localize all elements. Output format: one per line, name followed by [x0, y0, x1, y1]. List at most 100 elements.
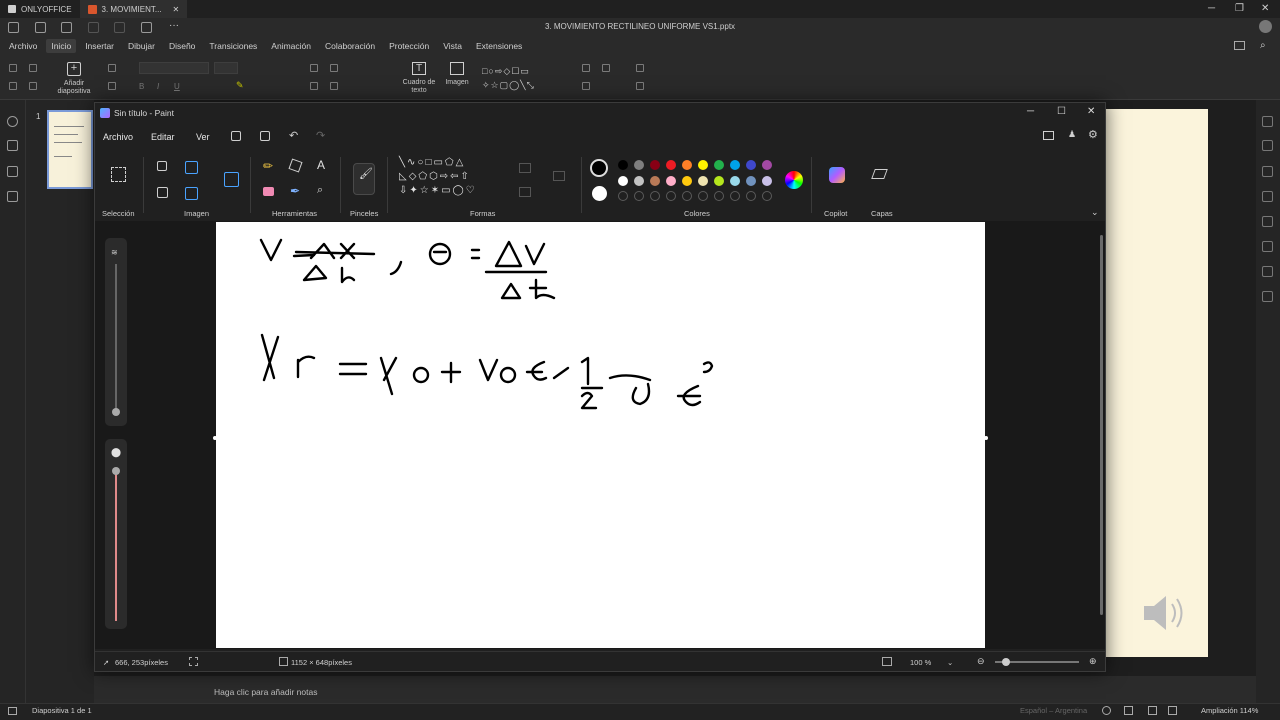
color-swatch[interactable]	[698, 160, 708, 170]
zoom-indicator[interactable]: Ampliación 114%	[1201, 706, 1258, 715]
color-swatch[interactable]	[714, 176, 724, 186]
custom-color-slot[interactable]	[634, 191, 644, 201]
paint-redo-icon[interactable]: ↷	[316, 129, 325, 142]
paste-icon[interactable]	[9, 82, 17, 90]
color-swatch[interactable]	[634, 160, 644, 170]
format-painter-icon[interactable]	[29, 82, 37, 90]
pencil-tool-icon[interactable]: ✏	[263, 159, 273, 173]
slider-thumb[interactable]	[112, 467, 120, 475]
maximize-icon[interactable]: ❐	[1235, 3, 1244, 14]
shape-fill-icon[interactable]	[602, 64, 610, 72]
custom-color-slot[interactable]	[666, 191, 676, 201]
fill-tool-icon[interactable]	[288, 158, 303, 173]
table-settings-icon[interactable]	[1262, 216, 1273, 227]
resize-handle[interactable]	[984, 436, 988, 440]
onlyoffice-home-tab[interactable]: ONLYOFFICE	[0, 0, 80, 18]
close-tab-icon[interactable]: ✕	[173, 5, 180, 14]
shape-settings-icon[interactable]	[1262, 140, 1273, 151]
custom-color-slot[interactable]	[682, 191, 692, 201]
color1-current[interactable]	[590, 159, 608, 177]
align-objects-icon[interactable]	[582, 82, 590, 90]
menu-archivo[interactable]: Archivo	[4, 39, 42, 53]
opacity-slider[interactable]: ⬤	[105, 439, 127, 629]
replace-icon[interactable]	[636, 64, 644, 72]
paint-account-icon[interactable]: ♟	[1068, 129, 1076, 140]
paint-menu-editar[interactable]: Editar	[151, 132, 175, 142]
numbering-icon[interactable]	[330, 64, 338, 72]
menu-inicio[interactable]: Inicio	[46, 39, 77, 53]
font-name-select[interactable]	[139, 62, 209, 74]
menu-diseno[interactable]: Diseño	[164, 39, 200, 53]
color-swatch[interactable]	[730, 160, 740, 170]
zoom-in-icon[interactable]: ⊕	[1089, 656, 1097, 667]
fit-width-icon[interactable]	[1168, 706, 1177, 715]
color-swatch[interactable]	[666, 176, 676, 186]
paint-minimize-icon[interactable]: ─	[1027, 106, 1034, 117]
add-slide-label[interactable]: Añadir diapositiva	[50, 80, 98, 96]
menu-transiciones[interactable]: Transiciones	[204, 39, 262, 53]
slide-settings-panel-icon[interactable]	[1262, 116, 1273, 127]
paint-menu-ver[interactable]: Ver	[196, 132, 210, 142]
paragraph-settings-icon[interactable]	[1262, 191, 1273, 202]
paint-settings-icon[interactable]: ⚙	[1088, 128, 1098, 141]
image-label[interactable]: Imagen	[440, 79, 474, 87]
slideshow-icon[interactable]	[8, 707, 17, 715]
textart-settings-icon[interactable]	[1262, 266, 1273, 277]
italic-icon[interactable]: I	[157, 82, 159, 91]
paint-window[interactable]: Sin título - Paint ─ ☐ ✕ Archivo Editar …	[94, 102, 1106, 672]
slider-thumb[interactable]	[112, 408, 120, 416]
fit-slide-icon[interactable]	[1148, 706, 1157, 715]
color-swatch[interactable]	[746, 160, 756, 170]
custom-color-slot[interactable]	[730, 191, 740, 201]
paint-feedback-icon[interactable]	[1043, 131, 1054, 140]
menu-vista[interactable]: Vista	[438, 39, 467, 53]
shapes-gallery[interactable]: □○⇨◇☐▭	[482, 66, 530, 77]
color-swatch[interactable]	[698, 176, 708, 186]
layout-icon[interactable]	[108, 64, 116, 72]
color-swatch[interactable]	[682, 176, 692, 186]
color-swatch[interactable]	[746, 176, 756, 186]
size-icon[interactable]	[553, 171, 565, 181]
paint-share-icon[interactable]	[260, 131, 270, 141]
color2-current[interactable]	[592, 186, 607, 201]
slide-canvas[interactable]	[1106, 109, 1208, 657]
align-left-icon[interactable]	[310, 82, 318, 90]
image-generator-icon[interactable]	[224, 172, 239, 187]
menu-extensiones[interactable]: Extensiones	[471, 39, 527, 53]
layers-icon[interactable]	[871, 169, 888, 179]
paint-menu-archivo[interactable]: Archivo	[103, 132, 133, 142]
copilot-icon[interactable]	[829, 167, 845, 183]
brush-size-slider[interactable]: ≋	[105, 238, 127, 426]
sidebar-slides-icon[interactable]	[7, 140, 18, 151]
copy-icon[interactable]	[9, 64, 17, 72]
edit-colors-icon[interactable]	[785, 171, 803, 189]
custom-color-slot[interactable]	[650, 191, 660, 201]
color-swatch[interactable]	[650, 160, 660, 170]
shapes-row3[interactable]: ⇩✦☆✶▭◯♡	[399, 185, 477, 196]
shapes-gallery-row2[interactable]: ✧☆▢◯╲⤡	[482, 80, 535, 91]
minimize-icon[interactable]: ─	[1208, 3, 1215, 14]
menu-dibujar[interactable]: Dibujar	[123, 39, 160, 53]
color-swatch[interactable]	[762, 176, 772, 186]
zoom-level[interactable]: 100 %	[910, 658, 931, 667]
signature-settings-icon[interactable]	[1262, 291, 1273, 302]
custom-color-slot[interactable]	[714, 191, 724, 201]
menu-animacion[interactable]: Animación	[266, 39, 316, 53]
highlight-icon[interactable]: ✎	[236, 80, 244, 91]
color-swatch[interactable]	[618, 176, 628, 186]
image-settings-icon[interactable]	[1262, 166, 1273, 177]
menu-proteccion[interactable]: Protección	[384, 39, 434, 53]
notes-placeholder[interactable]: Haga clic para añadir notas	[214, 687, 317, 697]
language-icon[interactable]	[1102, 706, 1111, 715]
spellcheck-icon[interactable]	[1124, 706, 1133, 715]
color-picker-icon[interactable]: ✒	[290, 184, 300, 198]
eraser-tool-icon[interactable]	[263, 187, 274, 196]
paint-undo-icon[interactable]: ↶	[289, 129, 298, 142]
open-location-icon[interactable]	[1234, 41, 1245, 50]
menu-colaboracion[interactable]: Colaboración	[320, 39, 380, 53]
text-box-icon[interactable]: T	[412, 62, 426, 75]
select-all-icon[interactable]	[636, 82, 644, 90]
custom-color-slot[interactable]	[698, 191, 708, 201]
rotate-icon[interactable]	[185, 187, 198, 200]
resize-handle[interactable]	[213, 436, 217, 440]
